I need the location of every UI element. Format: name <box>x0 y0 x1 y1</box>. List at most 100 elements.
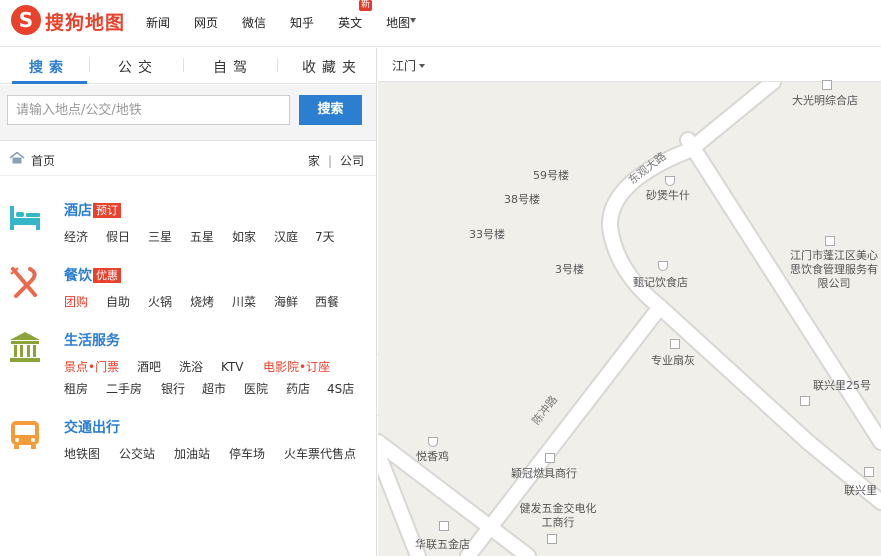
poi-label[interactable]: 江门市蓬江区美心思饮食管理服务有限公司 <box>788 249 880 291</box>
link-bbq[interactable]: 烧烤 <box>190 293 232 310</box>
company-icon <box>825 236 835 246</box>
search-button[interactable]: 搜索 <box>299 95 362 125</box>
poi-label[interactable]: 3号楼 <box>555 263 584 277</box>
company-address-link[interactable]: 公司 <box>340 154 364 168</box>
poi-label[interactable]: 联兴里25号 <box>813 379 871 393</box>
poi-label[interactable]: 33号楼 <box>469 228 505 242</box>
link-train-ticket-agent[interactable]: 火车票代售点 <box>284 445 356 462</box>
link-subway-map[interactable]: 地铁图 <box>64 445 119 462</box>
category-title-dining[interactable]: 餐饮 优惠 <box>64 265 121 285</box>
link-group-buy[interactable]: 团购 <box>64 293 106 310</box>
link-buffet[interactable]: 自助 <box>106 293 148 310</box>
link-hanting[interactable]: 汉庭 <box>274 228 315 245</box>
sogou-map-logo[interactable]: S 搜狗地图 <box>11 5 133 37</box>
shop-icon <box>822 80 832 90</box>
search-input[interactable] <box>7 95 290 125</box>
link-cinema-booking[interactable]: 电影院•订座 <box>263 358 330 375</box>
hotel-links: 经济 假日 三星 五星 如家 汉庭 7天 <box>64 228 335 245</box>
transport-links: 地铁图 公交站 加油站 停车场 火车票代售点 <box>64 445 356 462</box>
link-bank[interactable]: 银行 <box>161 380 202 397</box>
link-scenic-tickets[interactable]: 景点•门票 <box>64 358 137 375</box>
category-title-hotel[interactable]: 酒店 预订 <box>64 200 121 220</box>
tab-bus[interactable]: 公交 <box>108 57 168 77</box>
poi-label[interactable]: 砂煲牛什 <box>646 189 690 203</box>
category-dining: 餐饮 优惠 团购 自助 火锅 烧烤 川菜 海鲜 西餐 <box>0 265 376 315</box>
quick-links: 家 | 公司 <box>308 152 364 169</box>
link-rent[interactable]: 租房 <box>64 380 106 397</box>
poi-label[interactable]: 颖冠燃具商行 <box>511 467 577 481</box>
poi-label[interactable]: 38号楼 <box>504 193 540 207</box>
more-dropdown-icon[interactable] <box>410 18 416 23</box>
link-three-star[interactable]: 三星 <box>148 228 190 245</box>
breadcrumb: 首页 家 | 公司 <box>0 142 376 176</box>
new-badge: 新 <box>359 0 373 11</box>
shop-icon <box>547 534 557 544</box>
product-nav: 新闻 网页 微信 知乎 英文新 地图 <box>146 0 434 34</box>
top-nav-bar: S 搜狗地图 新闻 网页 微信 知乎 英文新 地图 <box>0 0 881 47</box>
poi-label[interactable]: 悦香鸡 <box>416 450 449 464</box>
booking-tag: 预订 <box>93 203 121 218</box>
link-4s-store[interactable]: 4S店 <box>327 380 354 397</box>
poi-label[interactable]: 甄记饮食店 <box>633 276 688 290</box>
link-bath[interactable]: 洗浴 <box>179 358 221 375</box>
map-canvas <box>378 82 881 556</box>
poi-label[interactable]: 专业扇灰 <box>651 354 695 368</box>
nav-english[interactable]: 英文新 <box>338 0 373 34</box>
restaurant-icon <box>428 437 438 447</box>
life-services-links-row1: 景点•门票 酒吧 洗浴 KTV 电影院•订座 <box>64 358 330 375</box>
poi-label[interactable]: 华联五金店 <box>415 538 470 552</box>
logo-text: 搜狗地图 <box>45 12 126 34</box>
link-seafood[interactable]: 海鲜 <box>274 293 315 310</box>
link-holiday[interactable]: 假日 <box>106 228 148 245</box>
category-title-life-services[interactable]: 生活服务 <box>64 330 120 350</box>
category-life-services: 生活服务 景点•门票 酒吧 洗浴 KTV 电影院•订座 租房 二手房 银行 超市 医院 药店 4S店 <box>0 330 376 400</box>
poi-label[interactable]: 健发五金交电化工商行 <box>518 502 598 530</box>
home-address-link[interactable]: 家 <box>308 154 320 168</box>
nav-wechat[interactable]: 微信 <box>242 14 266 34</box>
tab-divider <box>89 58 90 72</box>
search-tabs: 搜索 公交 自驾 收藏夹 <box>0 48 377 84</box>
nav-web[interactable]: 网页 <box>194 14 218 34</box>
map-view[interactable]: 江门 东观大路 陈冲路 大光明综合店 59号楼 38号楼 33号楼 3号楼 砂煲… <box>378 48 881 556</box>
tab-divider <box>277 58 278 72</box>
category-title-transport[interactable]: 交通出行 <box>64 417 120 437</box>
tab-search[interactable]: 搜索 <box>19 57 79 77</box>
shop-icon <box>545 453 555 463</box>
tab-drive[interactable]: 自驾 <box>203 57 263 77</box>
link-pharmacy[interactable]: 药店 <box>286 380 327 397</box>
link-western[interactable]: 西餐 <box>315 293 339 310</box>
search-area: 搜索 <box>0 85 376 141</box>
category-hotel: 酒店 预订 经济 假日 三星 五星 如家 汉庭 7天 <box>0 200 376 250</box>
bus-icon <box>11 421 39 449</box>
nav-zhihu[interactable]: 知乎 <box>290 14 314 34</box>
life-services-links-row2: 租房 二手房 银行 超市 医院 药店 4S店 <box>64 380 354 397</box>
nav-news[interactable]: 新闻 <box>146 14 170 34</box>
link-hotpot[interactable]: 火锅 <box>148 293 190 310</box>
link-gas-station[interactable]: 加油站 <box>174 445 229 462</box>
link-home-inns[interactable]: 如家 <box>232 228 274 245</box>
link-second-hand-house[interactable]: 二手房 <box>106 380 161 397</box>
restaurant-icon <box>665 176 675 186</box>
poi-label[interactable]: 59号楼 <box>533 169 569 183</box>
link-economy[interactable]: 经济 <box>64 228 106 245</box>
poi-label[interactable]: 联兴里 <box>844 484 877 498</box>
home-link[interactable]: 首页 <box>31 152 55 169</box>
link-parking[interactable]: 停车场 <box>229 445 284 462</box>
restaurant-icon <box>658 261 668 271</box>
city-selector[interactable]: 江门 <box>392 57 426 74</box>
link-hospital[interactable]: 医院 <box>244 380 286 397</box>
bed-icon <box>10 206 40 230</box>
link-five-star[interactable]: 五星 <box>190 228 232 245</box>
poi-label[interactable]: 大光明综合店 <box>792 94 858 108</box>
link-bar[interactable]: 酒吧 <box>137 358 179 375</box>
link-supermarket[interactable]: 超市 <box>202 380 244 397</box>
link-sichuan[interactable]: 川菜 <box>232 293 274 310</box>
nav-map[interactable]: 地图 <box>386 14 410 34</box>
building-icon <box>10 332 40 362</box>
tab-divider <box>183 58 184 72</box>
link-bus-stop[interactable]: 公交站 <box>119 445 174 462</box>
link-ktv[interactable]: KTV <box>221 360 263 374</box>
building-icon <box>864 467 874 477</box>
link-7days[interactable]: 7天 <box>315 228 335 245</box>
tab-favorites[interactable]: 收藏夹 <box>296 57 368 77</box>
